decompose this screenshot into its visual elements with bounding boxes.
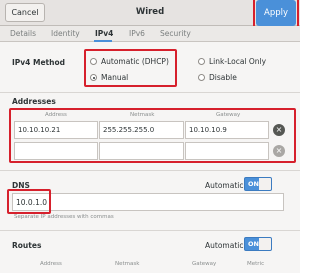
tab-details[interactable]: Details (10, 29, 36, 38)
radio-manual[interactable] (90, 74, 97, 81)
header-bar: Cancel Wired Apply (0, 0, 300, 26)
routes-automatic-label: Automatic (205, 241, 244, 250)
address-field[interactable]: 10.10.10.21 (14, 121, 98, 139)
addresses-label: Addresses (12, 97, 56, 106)
apply-button[interactable]: Apply (256, 0, 296, 26)
netmask-column-header: Netmask (130, 112, 155, 118)
ipv4-method-label: IPv4 Method (12, 58, 66, 67)
dns-input[interactable]: 10.0.1.0 (12, 193, 284, 211)
radio-disable-label[interactable]: Disable (209, 73, 237, 82)
routes-automatic-toggle[interactable]: ON (244, 237, 272, 251)
routes-toggle-on-text: ON (248, 240, 259, 248)
tab-security[interactable]: Security (160, 29, 191, 38)
address-field-empty[interactable] (14, 142, 98, 160)
address-column-header: Address (45, 112, 67, 118)
dns-automatic-toggle[interactable]: ON (244, 177, 272, 191)
dns-toggle-knob (259, 178, 271, 190)
dns-automatic-label: Automatic (205, 181, 244, 190)
divider (0, 170, 300, 171)
window-title: Wired (135, 7, 165, 17)
tab-ipv4[interactable]: IPv4 (95, 29, 113, 38)
routes-gateway-column-header: Gateway (192, 261, 217, 267)
divider (0, 92, 300, 93)
divider (0, 230, 300, 231)
active-tab-indicator (94, 40, 112, 42)
delete-address-button[interactable]: × (273, 124, 285, 136)
routes-address-column-header: Address (40, 261, 62, 267)
dns-label: DNS (12, 181, 30, 190)
dns-hint: Separate IP addresses with commas (14, 214, 114, 220)
tab-ipv6[interactable]: IPv6 (129, 29, 145, 38)
netmask-field-empty[interactable] (99, 142, 184, 160)
gateway-field[interactable]: 10.10.10.9 (185, 121, 269, 139)
routes-netmask-column-header: Netmask (115, 261, 140, 267)
ipv4-method-highlight (84, 49, 177, 87)
routes-toggle-knob (259, 238, 271, 250)
radio-disable[interactable] (198, 74, 205, 81)
gateway-column-header: Gateway (216, 112, 241, 118)
routes-label: Routes (12, 241, 42, 250)
gateway-field-empty[interactable] (185, 142, 269, 160)
tab-bar: Details Identity IPv4 IPv6 Security (0, 26, 300, 42)
radio-link-local-only[interactable] (198, 58, 205, 65)
dns-toggle-on-text: ON (248, 180, 259, 188)
radio-automatic-dhcp[interactable] (90, 58, 97, 65)
network-settings-window: Cancel Wired Apply Details Identity IPv4… (0, 0, 300, 273)
routes-metric-column-header: Metric (247, 261, 265, 267)
radio-automatic-dhcp-label[interactable]: Automatic (DHCP) (101, 57, 169, 66)
netmask-field[interactable]: 255.255.255.0 (99, 121, 184, 139)
radio-manual-label[interactable]: Manual (101, 73, 128, 82)
radio-link-local-only-label[interactable]: Link-Local Only (209, 57, 266, 66)
cancel-button[interactable]: Cancel (5, 3, 45, 22)
tab-identity[interactable]: Identity (51, 29, 80, 38)
delete-empty-address-button[interactable]: × (273, 145, 285, 157)
